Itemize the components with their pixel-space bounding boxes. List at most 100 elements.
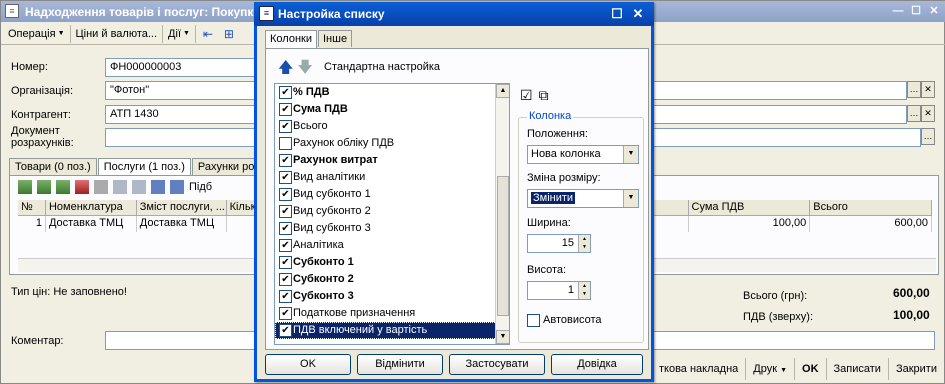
select-button[interactable]: … <box>907 105 921 122</box>
delete-row-icon[interactable] <box>75 180 89 194</box>
list-item[interactable]: ✔ Субконто 1 <box>275 254 509 271</box>
height-spinner[interactable]: 1 ▲ ▼ <box>527 281 591 300</box>
select-button[interactable]: … <box>921 128 935 145</box>
checkbox-icon[interactable]: ✔ <box>279 307 292 320</box>
col-num[interactable]: № <box>18 200 46 215</box>
list-item[interactable]: ✔ Рахунок витрат <box>275 152 509 169</box>
move-up-icon[interactable] <box>113 180 127 194</box>
standard-setup-link[interactable]: Стандартна настройка <box>324 61 440 73</box>
copy-icon[interactable]: ⧉ <box>539 87 549 104</box>
col-content[interactable]: Зміст послуги, ... <box>137 200 227 215</box>
spin-arrows-icon[interactable]: ▲ ▼ <box>578 235 590 252</box>
col-vat-sum[interactable]: Сума ПДВ <box>689 200 811 215</box>
checkbox-icon[interactable]: ✔ <box>279 222 292 235</box>
back-arrow-icon[interactable]: ⇤ <box>199 25 217 43</box>
list-item[interactable]: ✔% ПДВ <box>275 84 509 101</box>
filter-label[interactable]: Підб <box>189 181 212 193</box>
checkbox-icon[interactable] <box>527 314 540 327</box>
save-button[interactable]: Записати <box>825 358 888 380</box>
col-nomenclature[interactable]: Номенклатура <box>46 200 137 215</box>
cancel-button[interactable]: Відмінити <box>357 354 443 375</box>
scroll-up-icon[interactable]: ▲ <box>496 84 509 98</box>
tab-accounts[interactable]: Рахунки ро <box>191 158 261 175</box>
structure-icon[interactable]: ⊞ <box>220 25 238 43</box>
list-item[interactable]: ✔ Вид аналітики <box>275 169 509 186</box>
auto-height-checkbox[interactable]: Автовисота <box>527 314 602 327</box>
sort-desc-icon[interactable] <box>170 180 184 194</box>
dropdown-arrow-icon[interactable]: ▼ <box>623 190 638 207</box>
list-item[interactable]: ✔ Вид субконто 3 <box>275 220 509 237</box>
ok-button[interactable]: OK <box>265 354 351 375</box>
invoice-button[interactable]: ткова накладна <box>651 358 745 380</box>
close-icon[interactable]: ✕ <box>629 5 647 23</box>
sort-asc-icon[interactable] <box>151 180 165 194</box>
checkbox-icon[interactable]: ✔ <box>279 205 292 218</box>
doc-field-ext[interactable] <box>653 128 921 147</box>
tab-other[interactable]: Інше <box>317 30 353 47</box>
width-spinner[interactable]: 15 ▲ ▼ <box>527 234 591 253</box>
move-up-icon[interactable]: 🡅 <box>278 57 293 82</box>
checkbox-icon[interactable]: ✔ <box>279 239 292 252</box>
select-button[interactable]: … <box>907 81 921 98</box>
contractor-field[interactable]: АТП 1430 <box>105 105 255 124</box>
checkbox-icon[interactable]: ✔ <box>279 290 292 303</box>
move-down-icon[interactable]: 🡇 <box>297 57 312 82</box>
organization-field-ext[interactable] <box>653 81 907 100</box>
number-field[interactable]: ФН000000003 <box>105 58 255 77</box>
list-item[interactable]: ✔ Субконто 2 <box>275 271 509 288</box>
list-item[interactable]: ✔ Сума ПДВ <box>275 101 509 118</box>
close-icon[interactable]: ✕ <box>926 4 942 19</box>
contractor-field-ext[interactable] <box>653 105 907 124</box>
scroll-down-icon[interactable]: ▼ <box>496 330 509 344</box>
close-button[interactable]: Закрити <box>887 358 944 380</box>
maximize-icon[interactable]: ☐ <box>908 4 924 19</box>
operation-menu[interactable]: Операція ▼ <box>3 24 71 43</box>
col-qty[interactable]: Кільк <box>227 200 257 215</box>
checkbox-icon[interactable]: ✔ <box>279 273 292 286</box>
checkbox-icon[interactable]: ✔ <box>279 86 292 99</box>
doc-field[interactable] <box>105 128 255 147</box>
col-total[interactable]: Всього <box>810 200 933 215</box>
add-row-icon[interactable] <box>18 180 32 194</box>
checkboxes-icon[interactable]: ☑ <box>520 87 533 104</box>
tab-columns[interactable]: Колонки <box>265 30 317 49</box>
checkbox-icon[interactable]: ✔ <box>279 256 292 269</box>
edit-row-icon[interactable] <box>56 180 70 194</box>
list-item[interactable]: ✔ ПДВ включений у вартість <box>275 322 509 339</box>
end-edit-icon[interactable] <box>94 180 108 194</box>
tab-services[interactable]: Послуги (1 поз.) <box>97 158 191 176</box>
apply-button[interactable]: Застосувати <box>449 354 545 375</box>
actions-menu[interactable]: Дії ▼ <box>163 24 196 43</box>
maximize-icon[interactable]: ☐ <box>608 5 626 23</box>
vertical-scrollbar[interactable]: ▲ ▼ <box>495 84 509 344</box>
clear-icon[interactable]: ✕ <box>921 105 935 122</box>
list-item[interactable]: ✔ Аналітика <box>275 237 509 254</box>
checkbox-icon[interactable]: ✔ <box>279 171 292 184</box>
tab-goods[interactable]: Товари (0 поз.) <box>9 158 97 175</box>
organization-field[interactable]: "Фотон" <box>105 81 255 100</box>
ok-button[interactable]: OK <box>794 358 826 380</box>
copy-row-icon[interactable] <box>37 180 51 194</box>
position-select[interactable]: Нова колонка ▼ <box>527 145 639 164</box>
move-down-icon[interactable] <box>132 180 146 194</box>
help-button[interactable]: Довідка <box>551 354 643 375</box>
minimize-icon[interactable]: — <box>890 4 906 19</box>
list-item[interactable]: ✔ Вид субконто 2 <box>275 203 509 220</box>
print-menu[interactable]: Друк ▼ <box>745 358 794 380</box>
checkbox-icon[interactable]: ✔ <box>279 120 292 133</box>
list-item[interactable]: ✔ Субконто 3 <box>275 288 509 305</box>
prices-button[interactable]: Ціни й валюта... <box>71 24 164 43</box>
resize-select[interactable]: Змінити ▼ <box>527 189 639 208</box>
checkbox-icon[interactable]: ✔ <box>279 154 292 167</box>
checkbox-icon[interactable]: ✔ <box>279 188 292 201</box>
list-item[interactable]: ✔ Вид субконто 1 <box>275 186 509 203</box>
list-item[interactable]: ✔ Всього <box>275 118 509 135</box>
spin-arrows-icon[interactable]: ▲ ▼ <box>578 282 590 299</box>
checkbox-icon[interactable]: ✔ <box>279 324 292 337</box>
checkbox-icon[interactable]: ✔ <box>279 103 292 116</box>
dropdown-arrow-icon[interactable]: ▼ <box>623 146 638 163</box>
clear-icon[interactable]: ✕ <box>921 81 935 98</box>
checkbox-icon[interactable] <box>279 137 292 150</box>
list-item[interactable]: ✔ Податкове призначення <box>275 305 509 322</box>
scroll-thumb[interactable] <box>497 176 509 316</box>
